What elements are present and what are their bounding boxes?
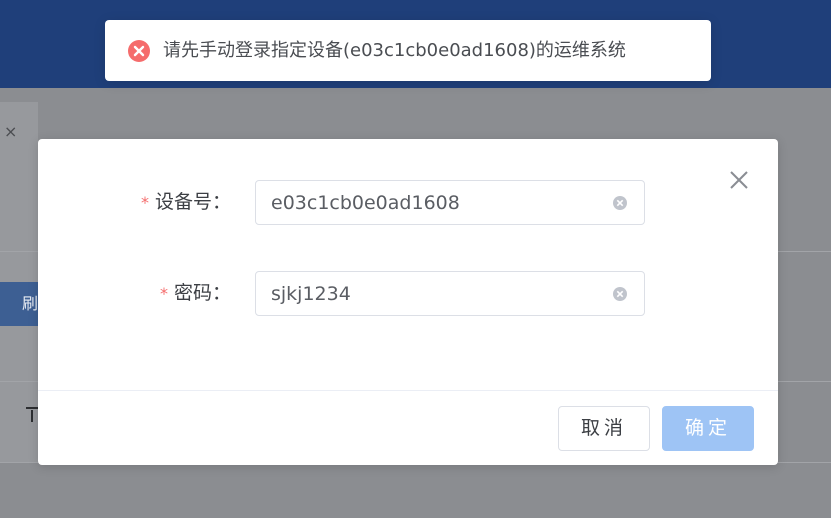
error-circle-icon bbox=[128, 40, 150, 62]
clear-icon[interactable] bbox=[612, 286, 628, 302]
background-tab-close-icon: × bbox=[4, 122, 18, 141]
password-label: * 密码： bbox=[160, 271, 231, 316]
error-toast: 请先手动登录指定设备(e03c1cb0e0ad1608)的运维系统 bbox=[105, 20, 711, 81]
required-mark: * bbox=[140, 193, 149, 212]
background-row-glyph bbox=[26, 407, 38, 409]
background-refresh-label: 刷 bbox=[21, 294, 38, 313]
device-id-field[interactable] bbox=[255, 180, 645, 225]
device-id-label: * 设备号： bbox=[141, 180, 231, 225]
cancel-button[interactable]: 取消 bbox=[558, 406, 650, 451]
required-mark: * bbox=[159, 284, 168, 303]
device-login-dialog: * 设备号： * 密码： 取消 确定 bbox=[38, 139, 778, 465]
password-label-text: 密码： bbox=[173, 282, 231, 304]
dialog-footer-divider bbox=[38, 390, 778, 391]
toast-message: 请先手动登录指定设备(e03c1cb0e0ad1608)的运维系统 bbox=[163, 40, 626, 61]
device-id-row: * 设备号： bbox=[38, 180, 778, 225]
password-field[interactable] bbox=[255, 271, 645, 316]
device-id-input[interactable] bbox=[256, 181, 601, 224]
clear-icon[interactable] bbox=[612, 195, 628, 211]
background-refresh-button: 刷 bbox=[0, 282, 38, 326]
password-input[interactable] bbox=[256, 272, 601, 315]
background-row-glyph bbox=[31, 410, 33, 422]
password-row: * 密码： bbox=[38, 271, 778, 316]
device-id-label-text: 设备号： bbox=[154, 191, 231, 213]
confirm-button[interactable]: 确定 bbox=[662, 406, 754, 451]
